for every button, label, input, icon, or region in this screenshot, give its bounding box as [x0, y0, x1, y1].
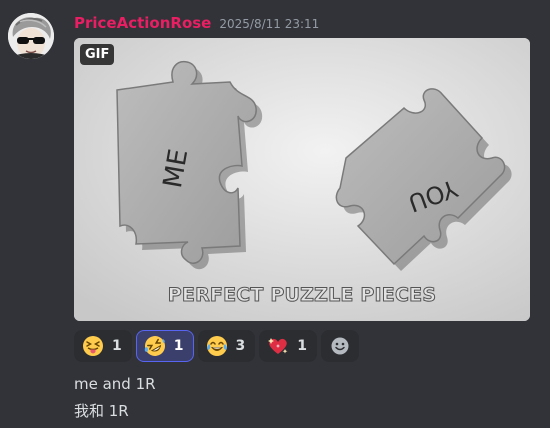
- gif-embed[interactable]: ME YOU GIF PERFECT PUZZLE PIECES: [74, 38, 530, 321]
- reaction-count: 1: [173, 338, 184, 354]
- user-avatar[interactable]: [8, 13, 54, 59]
- rolling-on-the-floor-laughing-icon: [144, 336, 165, 356]
- message-text-line: 我和 1R: [74, 402, 129, 420]
- gif-caption: PERFECT PUZZLE PIECES: [167, 284, 437, 307]
- puzzle-gif-image: ME YOU: [74, 38, 530, 321]
- reaction-rofl[interactable]: 1: [135, 330, 194, 362]
- reaction-count: 3: [235, 338, 246, 354]
- add-reaction-smiley-icon: [331, 337, 349, 355]
- add-reaction-button[interactable]: [321, 330, 359, 362]
- username[interactable]: PriceActionRose: [74, 14, 211, 32]
- reaction-tears-of-joy[interactable]: 3: [197, 330, 256, 362]
- sparkling-heart-icon: [268, 338, 288, 354]
- reaction-sparkling-heart[interactable]: 1: [259, 330, 317, 362]
- message-header: PriceActionRose 2025/8/11 23:11: [74, 14, 319, 34]
- reaction-count: 1: [112, 338, 122, 354]
- message-text-line: me and 1R: [74, 375, 156, 393]
- reaction-count: 1: [297, 338, 307, 354]
- reaction-squinting-tongue[interactable]: 1: [74, 330, 132, 362]
- timestamp: 2025/8/11 23:11: [219, 17, 320, 31]
- gif-badge: GIF: [80, 44, 115, 65]
- squinting-face-with-tongue-icon: [83, 336, 103, 356]
- face-with-tears-of-joy-icon: [206, 336, 227, 356]
- avatar-image: [8, 13, 54, 59]
- chat-message: PriceActionRose 2025/8/11 23:11 ME YOU G…: [0, 0, 550, 428]
- reactions-bar: 1 1 3 1: [74, 330, 359, 362]
